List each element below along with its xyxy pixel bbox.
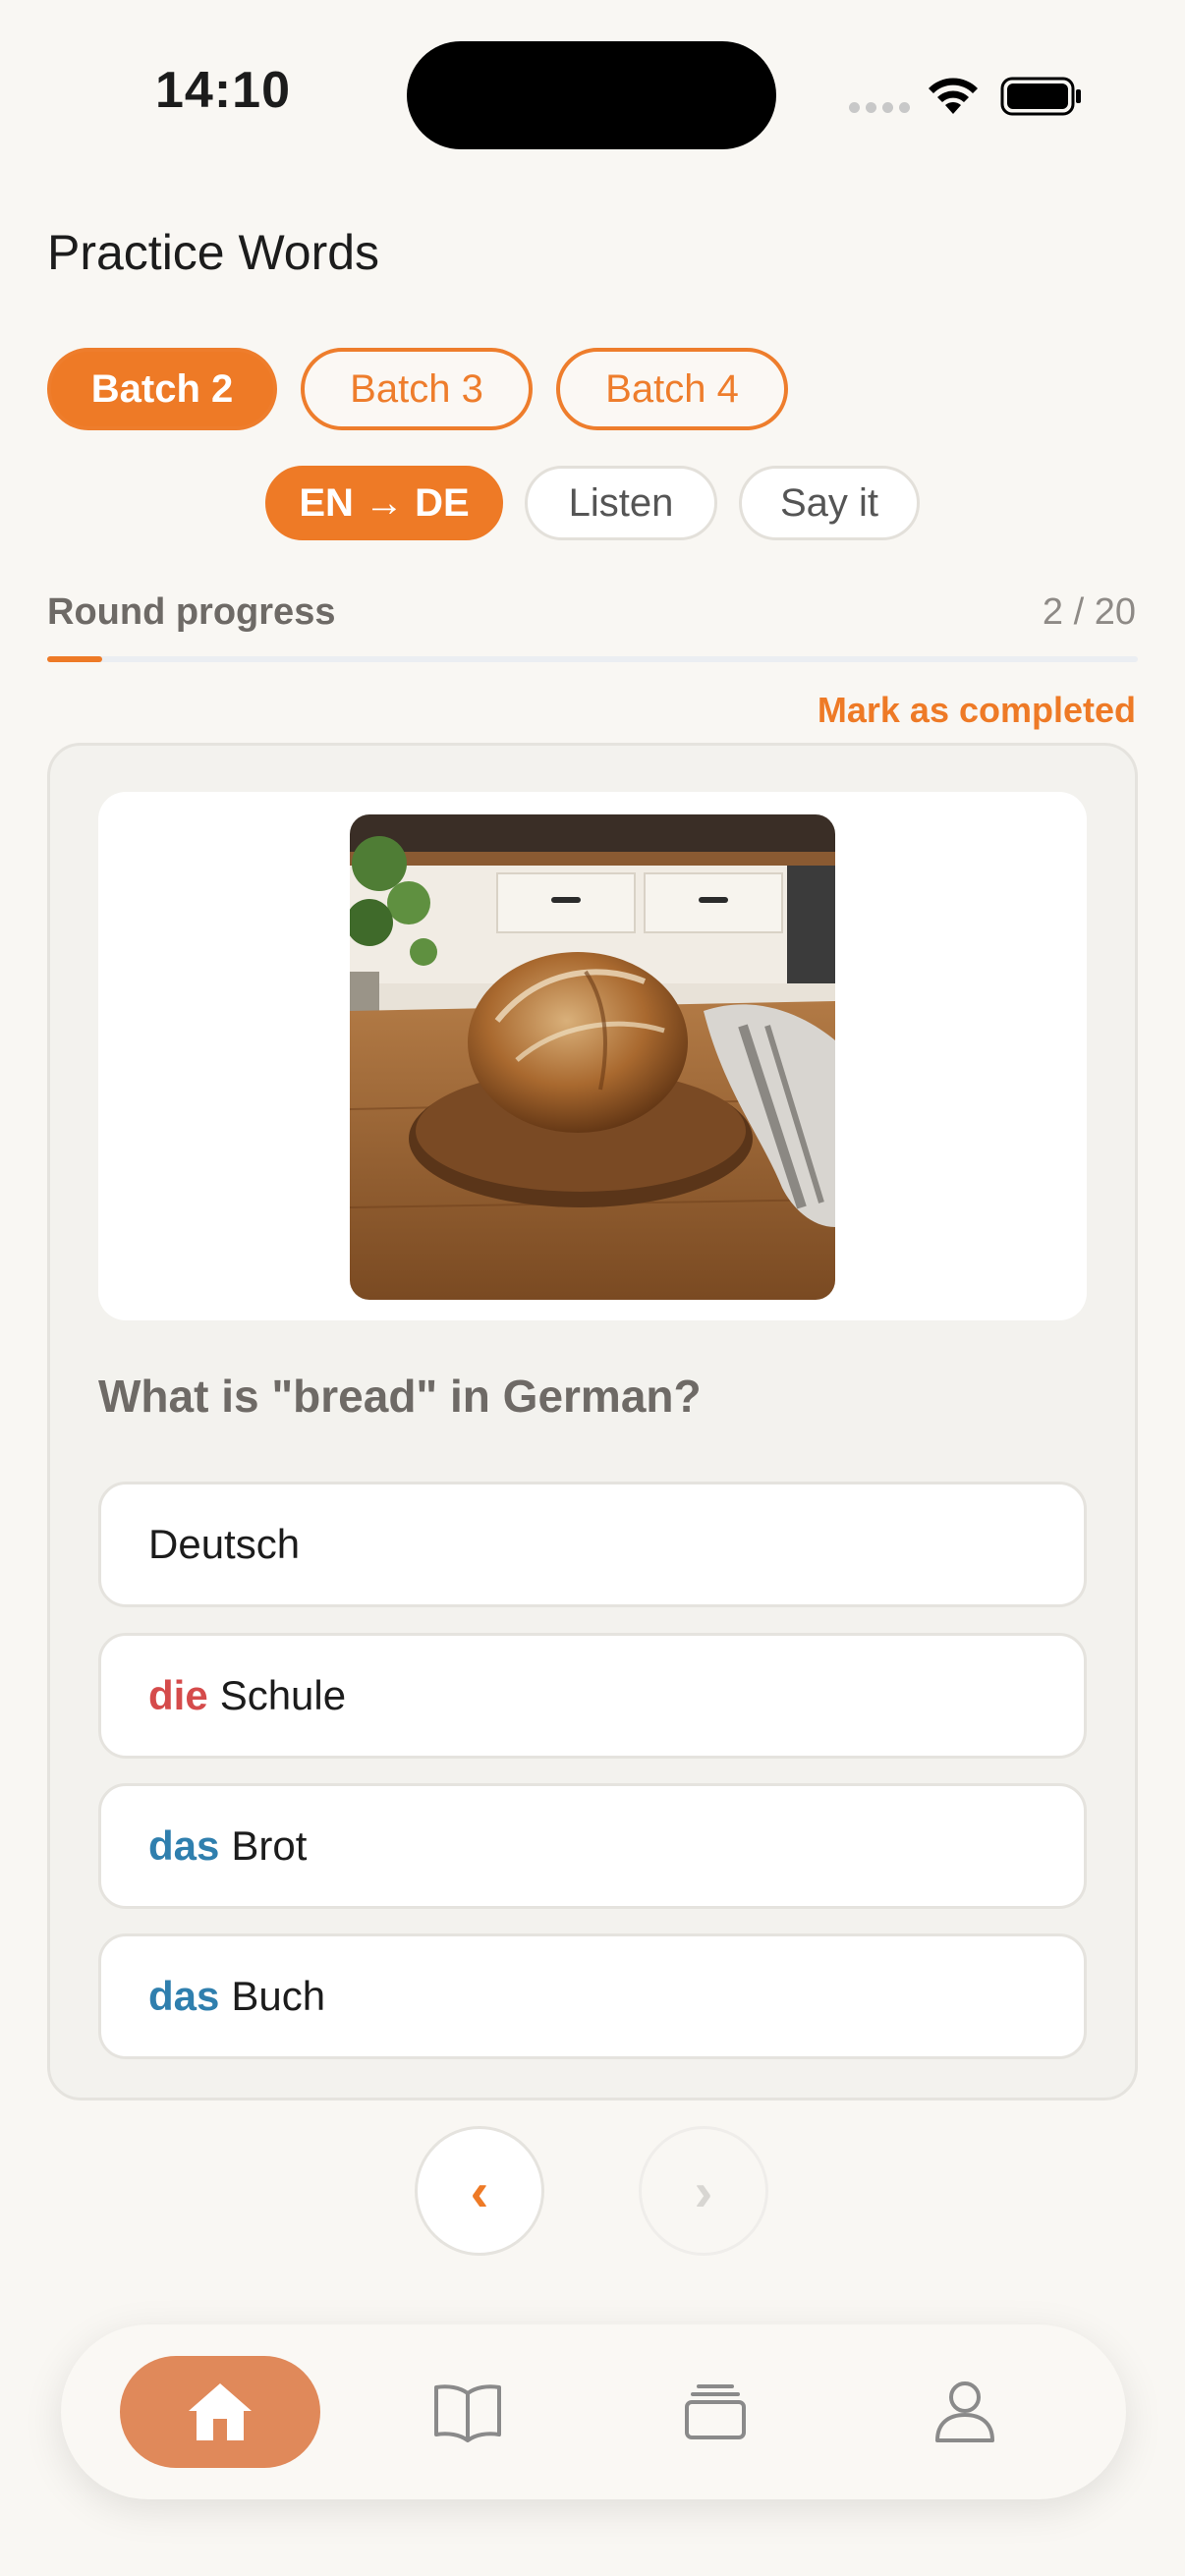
- progress-bar-fill: [47, 656, 102, 662]
- page-title: Practice Words: [47, 225, 380, 280]
- option-word: Brot: [231, 1822, 308, 1869]
- batch-3-button[interactable]: Batch 3: [301, 348, 533, 430]
- tab-home[interactable]: [120, 2356, 320, 2468]
- option-article: das: [148, 1973, 220, 2019]
- option-word: Schule: [219, 1672, 347, 1718]
- answer-option[interactable]: Deutsch: [98, 1482, 1087, 1607]
- answer-option[interactable]: das Brot: [98, 1783, 1087, 1909]
- tab-cards[interactable]: [660, 2356, 770, 2468]
- progress-bar-track: [47, 656, 1138, 662]
- cellular-signal-icon: [849, 102, 910, 113]
- dynamic-island: [407, 41, 776, 149]
- option-article: das: [148, 1822, 220, 1869]
- progress-count: 2 / 20: [1042, 591, 1136, 633]
- mark-completed-button[interactable]: Mark as completed: [818, 690, 1136, 731]
- cards-icon: [685, 2384, 746, 2439]
- next-button[interactable]: ›: [639, 2126, 768, 2256]
- mode-listen-button[interactable]: Listen: [525, 466, 717, 540]
- tab-profile[interactable]: [910, 2356, 1020, 2468]
- wifi-icon: [929, 78, 978, 114]
- chevron-right-icon: ›: [694, 2159, 713, 2222]
- mode-en-de-button[interactable]: EN → DE: [265, 466, 503, 540]
- option-article: die: [148, 1672, 208, 1718]
- question-text: What is "bread" in German?: [98, 1371, 702, 1422]
- chevron-left-icon: ‹: [470, 2159, 489, 2222]
- previous-button[interactable]: ‹: [415, 2126, 544, 2256]
- batch-2-button[interactable]: Batch 2: [47, 348, 277, 430]
- option-word: Deutsch: [148, 1521, 301, 1567]
- book-icon: [434, 2384, 501, 2442]
- answer-option[interactable]: die Schule: [98, 1633, 1087, 1759]
- home-icon: [189, 2383, 252, 2440]
- tab-learn[interactable]: [413, 2356, 523, 2468]
- answer-option[interactable]: das Buch: [98, 1933, 1087, 2059]
- bread-photo: [350, 814, 835, 1300]
- progress-label: Round progress: [47, 591, 336, 633]
- status-time: 14:10: [155, 62, 291, 119]
- batch-4-button[interactable]: Batch 4: [556, 348, 788, 430]
- mode-say-it-button[interactable]: Say it: [739, 466, 920, 540]
- profile-icon: [935, 2381, 994, 2442]
- battery-icon: [1000, 77, 1081, 116]
- option-word: Buch: [231, 1973, 326, 2019]
